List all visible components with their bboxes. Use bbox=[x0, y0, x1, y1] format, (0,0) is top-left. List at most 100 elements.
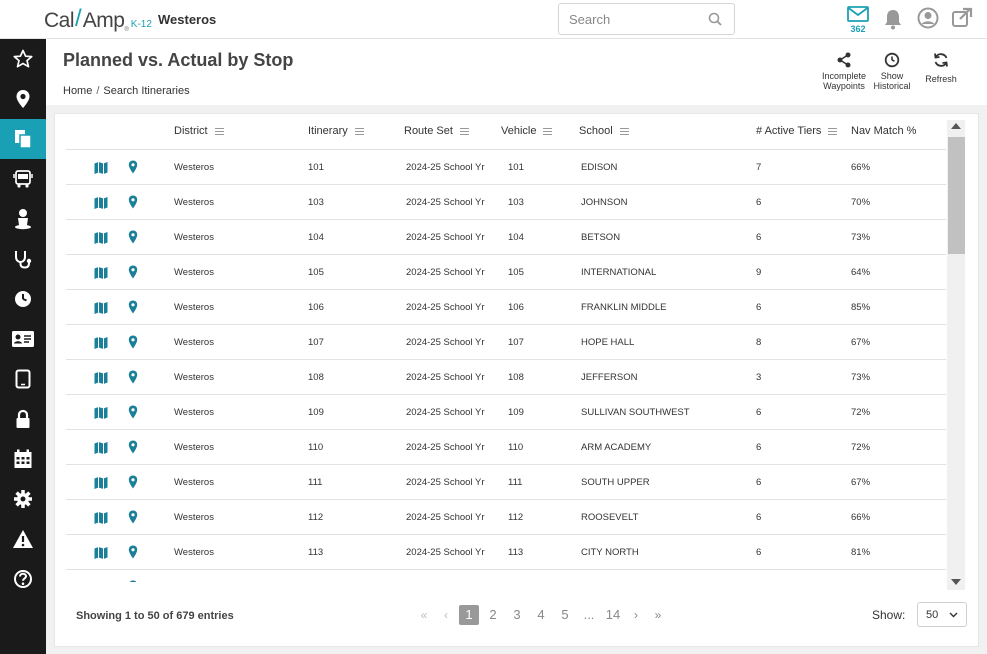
table-row[interactable]: Westeros 112 2024-25 School Yr 112 ROOSEVELT… bbox=[66, 500, 946, 535]
show-historical-button[interactable]: Show Historical bbox=[869, 52, 915, 91]
sidebar-item-security[interactable] bbox=[0, 399, 46, 439]
map-marker-icon[interactable] bbox=[128, 265, 138, 284]
page-1-button[interactable]: 1 bbox=[459, 605, 479, 625]
messages-button[interactable]: 362 bbox=[846, 5, 870, 35]
page-5-button[interactable]: 5 bbox=[555, 605, 575, 625]
table-row[interactable]: Westeros 107 2024-25 School Yr 107 HOPE HALL… bbox=[66, 325, 946, 360]
column-header-school[interactable]: School bbox=[579, 125, 629, 137]
column-menu-icon[interactable] bbox=[354, 127, 364, 135]
column-header-vehicle[interactable]: Vehicle bbox=[501, 125, 553, 137]
sidebar-item-id-cards[interactable] bbox=[0, 319, 46, 359]
map-icon[interactable] bbox=[94, 371, 108, 390]
page-size-select[interactable]: 50 bbox=[917, 602, 967, 627]
map-marker-icon[interactable] bbox=[128, 475, 138, 494]
column-menu-icon[interactable] bbox=[543, 127, 553, 135]
sidebar-item-settings[interactable] bbox=[0, 479, 46, 519]
page-2-button[interactable]: 2 bbox=[483, 605, 503, 625]
map-icon[interactable] bbox=[94, 266, 108, 285]
page-14-button[interactable]: 14 bbox=[603, 605, 623, 625]
sidebar-item-calendar[interactable] bbox=[0, 439, 46, 479]
breadcrumb-current: Search Itineraries bbox=[103, 85, 190, 97]
breadcrumb-home[interactable]: Home bbox=[63, 85, 92, 97]
map-icon[interactable] bbox=[94, 161, 108, 180]
map-marker-icon[interactable] bbox=[128, 405, 138, 424]
map-icon[interactable] bbox=[94, 441, 108, 460]
external-link-icon[interactable] bbox=[951, 7, 973, 29]
map-marker-icon[interactable] bbox=[128, 370, 138, 389]
search-icon[interactable] bbox=[708, 12, 722, 26]
tenant-name: Westeros bbox=[158, 12, 217, 27]
sidebar-item-alerts[interactable] bbox=[0, 519, 46, 559]
map-icon[interactable] bbox=[94, 581, 108, 582]
logo-registered-mark: ® bbox=[124, 27, 129, 33]
table-row[interactable]: Westeros 109 2024-25 School Yr 109 SULLIVAN … bbox=[66, 395, 946, 430]
map-icon[interactable] bbox=[94, 476, 108, 495]
map-marker-icon[interactable] bbox=[128, 440, 138, 459]
table-row[interactable]: Westeros 106 2024-25 School Yr 106 FRANKLIN … bbox=[66, 290, 946, 325]
table-row[interactable]: Westeros 104 2024-25 School Yr 104 BETSON 6 73… bbox=[66, 220, 946, 255]
scroll-down-arrow[interactable] bbox=[951, 579, 961, 585]
column-menu-icon[interactable] bbox=[619, 127, 629, 135]
map-icon[interactable] bbox=[94, 196, 108, 215]
table-row[interactable]: Westeros 105 2024-25 School Yr 105 INTERNATI… bbox=[66, 255, 946, 290]
logo-suffix: K-12 bbox=[130, 19, 152, 30]
table-scrollbar[interactable] bbox=[947, 120, 965, 590]
sidebar-item-devices[interactable] bbox=[0, 359, 46, 399]
refresh-button[interactable]: Refresh bbox=[920, 52, 962, 84]
map-icon[interactable] bbox=[94, 301, 108, 320]
map-marker-icon[interactable] bbox=[128, 335, 138, 354]
page-4-button[interactable]: 4 bbox=[531, 605, 551, 625]
column-header-route-set[interactable]: Route Set bbox=[404, 125, 469, 137]
column-menu-icon[interactable] bbox=[828, 127, 838, 135]
map-marker-icon[interactable] bbox=[128, 195, 138, 214]
page-3-button[interactable]: 3 bbox=[507, 605, 527, 625]
map-marker-icon[interactable] bbox=[128, 580, 138, 582]
map-marker-icon[interactable] bbox=[128, 230, 138, 249]
cell-district: Westeros bbox=[174, 232, 214, 243]
sidebar-item-history[interactable] bbox=[0, 279, 46, 319]
search-input[interactable] bbox=[569, 4, 709, 34]
sidebar-item-reports[interactable] bbox=[0, 119, 46, 159]
column-menu-icon[interactable] bbox=[459, 127, 469, 135]
map-icon[interactable] bbox=[94, 406, 108, 425]
table-row[interactable]: Westeros 108 2024-25 School Yr 108 JEFFERSON… bbox=[66, 360, 946, 395]
column-menu-icon[interactable] bbox=[214, 127, 224, 135]
cell-tiers: 6 bbox=[756, 197, 762, 208]
table-row[interactable]: Westeros 103 2024-25 School Yr 103 JOHNSON 6 7… bbox=[66, 185, 946, 220]
table-row[interactable]: Westeros1142024-25 School Yr114CITY SOUT… bbox=[66, 570, 946, 582]
sidebar-item-locations[interactable] bbox=[0, 79, 46, 119]
sidebar-item-vehicles[interactable] bbox=[0, 159, 46, 199]
map-marker-icon[interactable] bbox=[128, 160, 138, 179]
last-page-button[interactable]: » bbox=[649, 605, 667, 625]
scroll-thumb[interactable] bbox=[948, 137, 965, 254]
incomplete-waypoints-button[interactable]: Incomplete Waypoints bbox=[818, 52, 870, 91]
bell-icon[interactable] bbox=[883, 8, 903, 30]
map-marker-icon[interactable] bbox=[128, 545, 138, 564]
column-header-itinerary[interactable]: Itinerary bbox=[308, 125, 364, 137]
map-icon[interactable] bbox=[94, 336, 108, 355]
user-profile-icon[interactable] bbox=[917, 7, 939, 29]
sidebar-item-students[interactable] bbox=[0, 199, 46, 239]
column-district-label: District bbox=[174, 125, 208, 137]
map-marker-icon[interactable] bbox=[128, 510, 138, 529]
cell-district: Westeros bbox=[174, 442, 214, 453]
sidebar-item-health[interactable] bbox=[0, 239, 46, 279]
map-icon[interactable] bbox=[94, 231, 108, 250]
sidebar-item-help[interactable] bbox=[0, 559, 46, 599]
column-header-active-tiers[interactable]: # Active Tiers bbox=[756, 125, 838, 137]
next-page-button[interactable]: › bbox=[627, 605, 645, 625]
map-icon[interactable] bbox=[94, 546, 108, 565]
table-row[interactable]: Westeros 113 2024-25 School Yr 113 CITY NORT… bbox=[66, 535, 946, 570]
sidebar-item-favorites[interactable] bbox=[0, 39, 46, 79]
map-marker-icon[interactable] bbox=[128, 300, 138, 319]
map-icon[interactable] bbox=[94, 511, 108, 530]
scroll-up-arrow[interactable] bbox=[951, 123, 961, 129]
table-row[interactable]: Westeros 111 2024-25 School Yr 111 SOUTH UPP… bbox=[66, 465, 946, 500]
table-row[interactable]: Westeros 101 2024-25 School Yr 101 EDISON 7 66… bbox=[66, 150, 946, 185]
column-header-district[interactable]: District bbox=[174, 125, 224, 137]
prev-page-button[interactable]: ‹ bbox=[437, 605, 455, 625]
calamp-logo[interactable]: Cal / Amp ® K-12 bbox=[44, 5, 152, 33]
table-row[interactable]: Westeros 110 2024-25 School Yr 110 ARM ACADE… bbox=[66, 430, 946, 465]
column-header-nav-match[interactable]: Nav Match % bbox=[851, 125, 916, 137]
first-page-button[interactable]: « bbox=[415, 605, 433, 625]
